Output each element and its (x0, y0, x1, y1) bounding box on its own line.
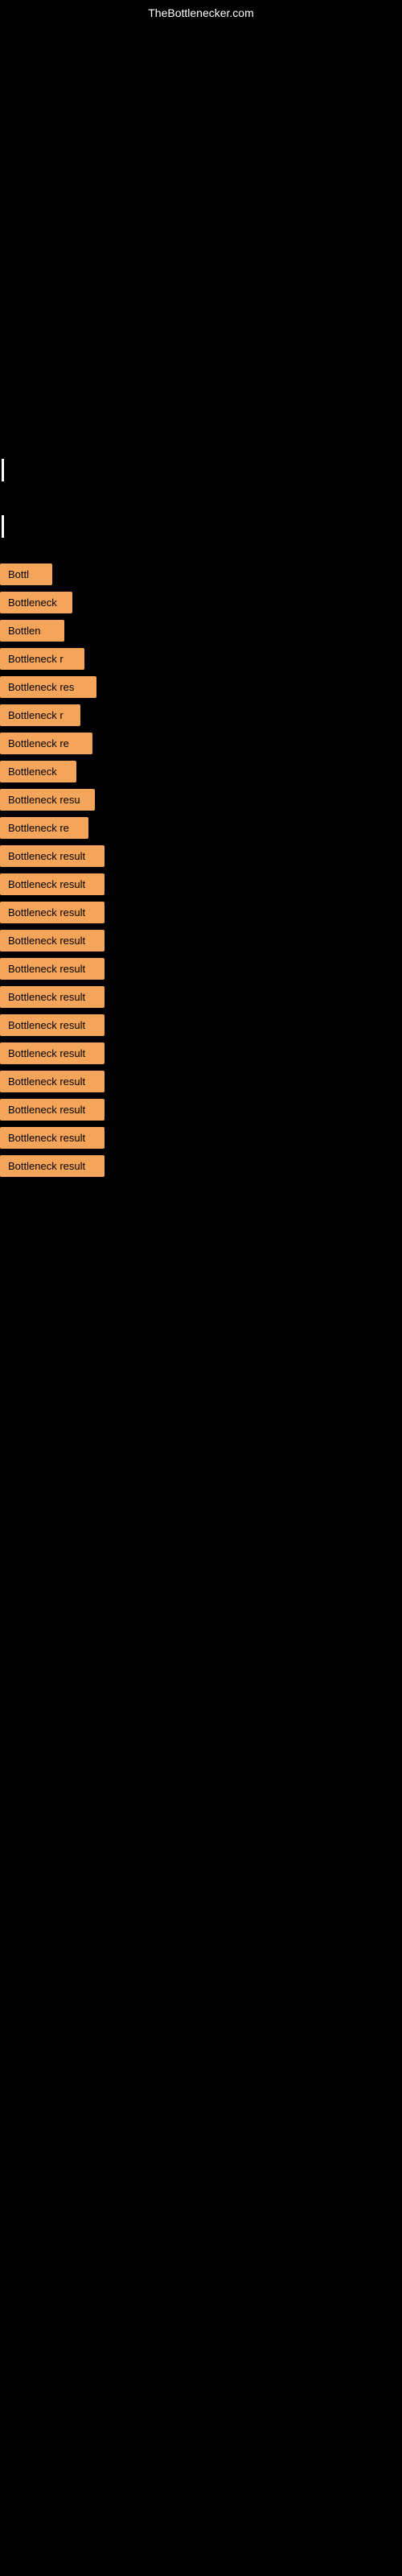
bottleneck-result-item: Bottleneck result (0, 1099, 105, 1121)
bottleneck-result-item: Bottleneck r (0, 648, 84, 670)
bottleneck-result-item: Bottleneck res (0, 676, 96, 698)
bottleneck-result-item: Bottleneck resu (0, 789, 95, 811)
bottleneck-result-item: Bottlen (0, 620, 64, 642)
bottleneck-result-item: Bottleneck result (0, 1155, 105, 1177)
bottleneck-result-item: Bottleneck re (0, 733, 92, 754)
bottleneck-result-item: Bottleneck result (0, 845, 105, 867)
bottleneck-result-item: Bottleneck r (0, 704, 80, 726)
bottleneck-result-item: Bottleneck (0, 592, 72, 613)
bottleneck-items-container: Bottl Bottleneck Bottlen Bottleneck r Bottle… (0, 564, 402, 1183)
bottleneck-result-item: Bottleneck (0, 761, 76, 782)
cursor-line-1 (2, 459, 4, 481)
bottleneck-result-item: Bottleneck result (0, 930, 105, 952)
bottleneck-result-item: Bottl (0, 564, 52, 585)
bottleneck-result-item: Bottleneck result (0, 1014, 105, 1036)
cursor-line-2 (2, 515, 4, 538)
bottleneck-result-item: Bottleneck result (0, 1071, 105, 1092)
bottleneck-result-item: Bottleneck result (0, 873, 105, 895)
bottleneck-result-item: Bottleneck result (0, 1042, 105, 1064)
bottleneck-result-item: Bottleneck result (0, 902, 105, 923)
site-title: TheBottlenecker.com (148, 6, 254, 19)
bottleneck-result-item: Bottleneck re (0, 817, 88, 839)
bottleneck-result-item: Bottleneck result (0, 958, 105, 980)
bottleneck-result-item: Bottleneck result (0, 1127, 105, 1149)
bottleneck-result-item: Bottleneck result (0, 986, 105, 1008)
